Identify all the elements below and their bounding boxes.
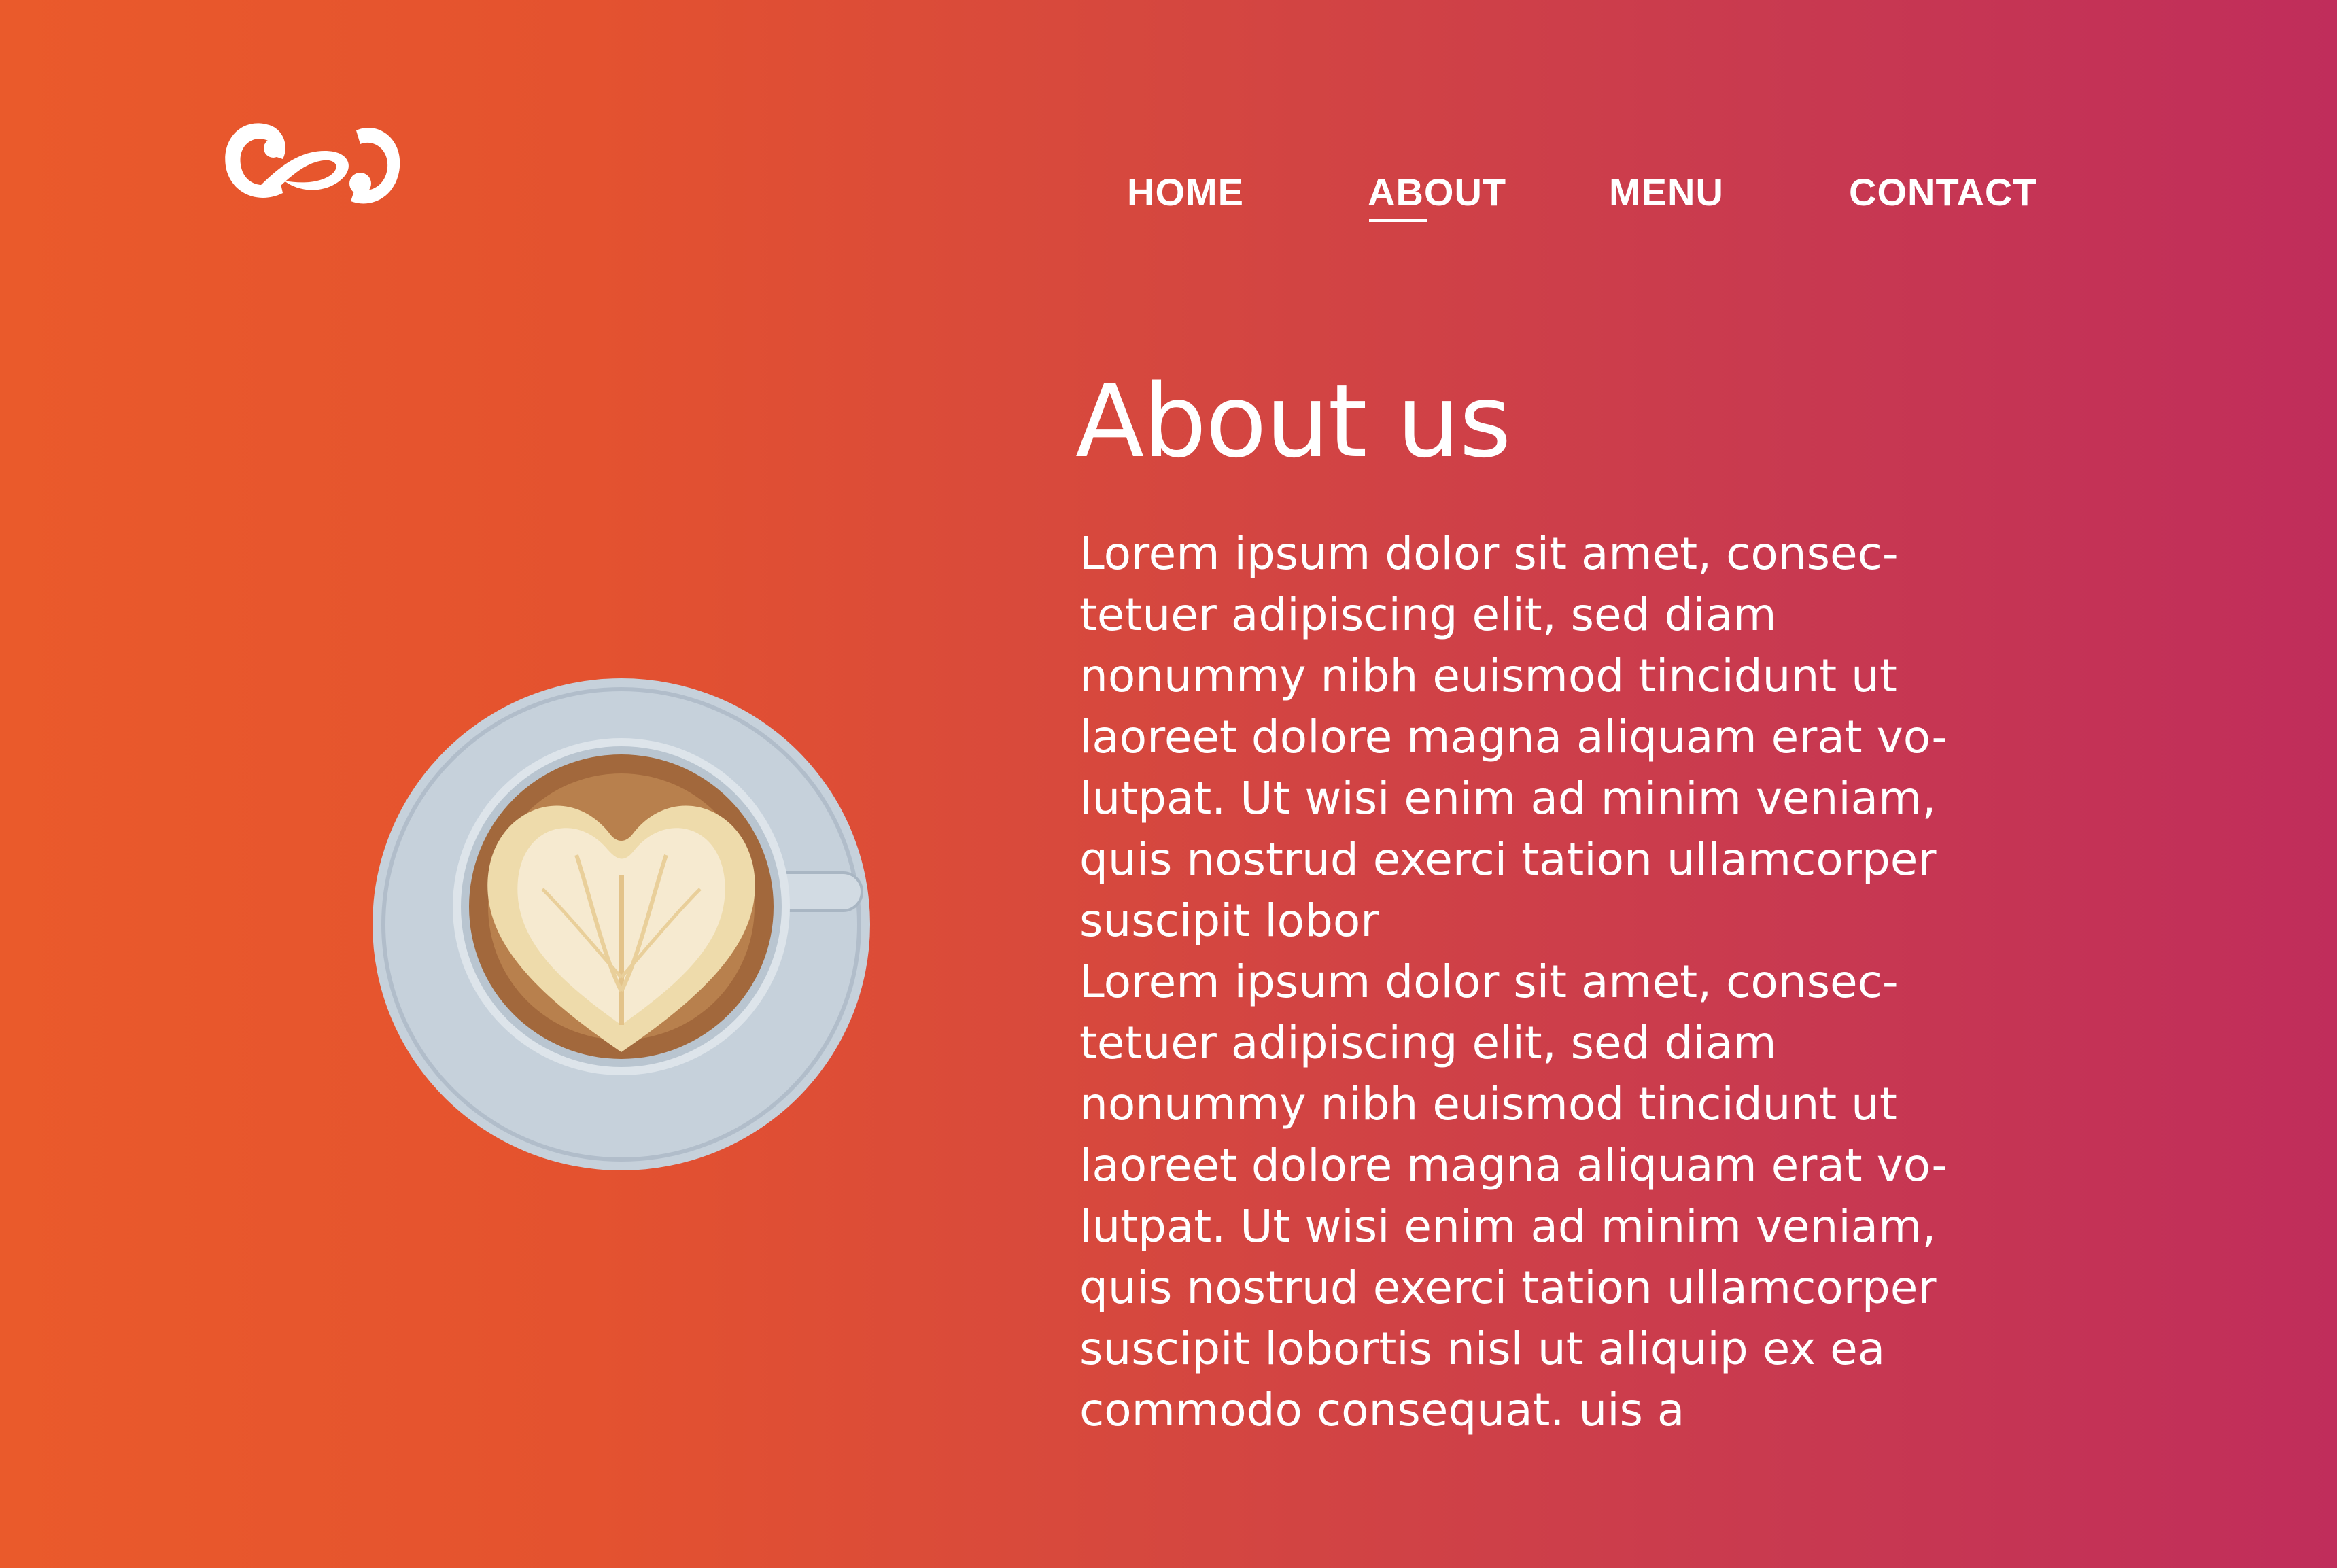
paragraph-line: quis nostrud exerci tation ullamcorper: [1079, 1261, 1937, 1314]
main-nav: HOME ABOUT MENU CONTACT: [0, 170, 2337, 224]
paragraph-line: suscipit lobortis nisl ut aliquip ex ea: [1079, 1323, 1886, 1375]
paragraph-line: nonummy nibh euismod tincidunt ut: [1079, 650, 1897, 702]
active-nav-underline: [1369, 219, 1427, 222]
paragraph-line: laoreet dolore magna aliquam erat vo-: [1079, 711, 1948, 763]
paragraph-line: lutpat. Ut wisi enim ad minim veniam,: [1079, 1200, 1937, 1253]
paragraph-line: suscipit lobor: [1079, 894, 1379, 947]
page-title: About us: [1075, 363, 1512, 480]
paragraph-line: laoreet dolore magna aliquam erat vo-: [1079, 1139, 1948, 1191]
paragraph-line: Lorem ipsum dolor sit amet, consec-: [1079, 527, 1899, 580]
paragraph-line: nonummy nibh euismod tincidunt ut: [1079, 1078, 1897, 1130]
paragraph-line: tetuer adipiscing elit, sed diam: [1079, 1017, 1777, 1069]
coffee-cup-image: [373, 678, 870, 1170]
paragraph-line: quis nostrud exerci tation ullamcorper: [1079, 833, 1937, 886]
nav-home-link[interactable]: HOME: [1127, 170, 1244, 214]
paragraph-line: lutpat. Ut wisi enim ad minim veniam,: [1079, 772, 1937, 824]
nav-about-link[interactable]: ABOUT: [1368, 170, 1506, 214]
paragraph-line: tetuer adipiscing elit, sed diam: [1079, 589, 1777, 641]
paragraph-line: commodo consequat. uis a: [1079, 1384, 1685, 1436]
paragraph-line: Lorem ipsum dolor sit amet, consec-: [1079, 956, 1899, 1008]
nav-menu-link[interactable]: MENU: [1609, 170, 1724, 214]
about-paragraph: Lorem ipsum dolor sit amet, consec- tetu…: [1079, 523, 2045, 1441]
nav-contact-link[interactable]: CONTACT: [1849, 170, 2037, 214]
